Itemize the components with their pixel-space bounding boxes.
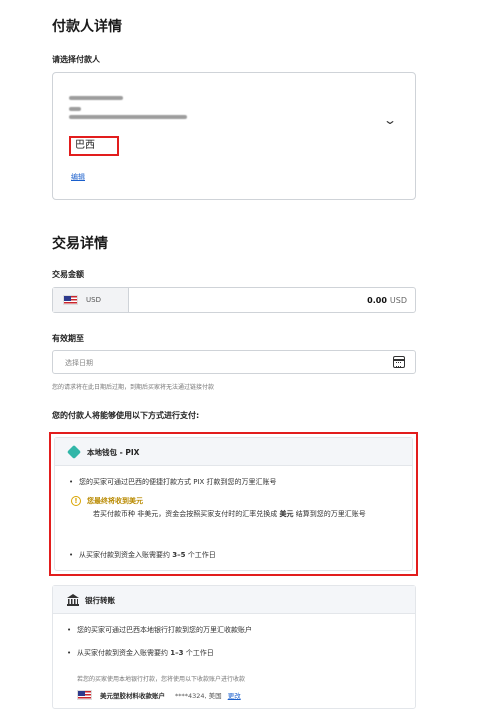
bank-bullet-1-text: 您的买家可通过巴西本地银行打款到您的万里汇收款账户 — [77, 626, 252, 634]
bank-bullet-1: 您的买家可通过巴西本地银行打款到您的万里汇收款账户 — [67, 625, 252, 636]
us-flag-icon — [63, 295, 78, 305]
pix-warning-text-bold: 美元 — [279, 510, 294, 518]
currency-code: USD — [86, 296, 101, 304]
pix-bullet-2: 从买家付款到资金入账需要约 3–5 个工作日 — [69, 550, 216, 561]
pix-bullet-1-text: 您的买家可通过巴西的便捷打款方式 PIX 打款到您的万里汇账号 — [79, 478, 277, 486]
pix-card-header: 本地钱包 - PIX — [55, 438, 412, 466]
redacted-payer-name — [69, 96, 123, 100]
amount-label: 交易金额 — [52, 270, 84, 279]
payment-methods-title: 您的付款人将能够使用以下方式进行支付: — [52, 411, 200, 420]
bank-bullet-2-a: 从买家付款到资金入账需要约 — [77, 649, 168, 657]
pix-warning-text: 若买付款币种 非美元，资金会按照买家支付时的汇率兑换成 美元 结算到您的万里汇账… — [93, 509, 413, 520]
account-name: 美元塑胶材料收款账户 — [100, 692, 165, 700]
currency-select[interactable]: USD — [53, 288, 129, 312]
bank-bullet-2: 从买家付款到资金入账需要约 1–3 个工作日 — [67, 648, 214, 659]
bank-note: 若您的买家使用本地银行打款，您将使用以下收款账户进行收款 — [77, 676, 246, 683]
amount-value: 0.00 — [367, 295, 387, 305]
warning-icon: ! — [71, 496, 81, 506]
payer-section-title: 付款人详情 — [52, 19, 122, 35]
pix-bullet-2-a: 从买家付款到资金入账需要约 — [79, 551, 170, 559]
amount-input[interactable]: 0.00 USD — [129, 288, 415, 312]
pix-method-card: 本地钱包 - PIX 您的买家可通过巴西的便捷打款方式 PIX 打款到您的万里汇… — [49, 432, 418, 576]
bank-icon — [67, 594, 79, 606]
pix-icon — [66, 444, 82, 460]
amount-currency-suffix: USD — [389, 295, 407, 305]
bank-bullet-2-text: 从买家付款到资金入账需要约 1–3 个工作日 — [67, 648, 214, 659]
bank-card-title: 银行转账 — [85, 596, 115, 605]
receiving-account: 美元塑胶材料收款账户 ****4324, 美国 更改 — [77, 690, 241, 700]
pix-card-title: 本地钱包 - PIX — [87, 448, 140, 457]
calendar-icon[interactable] — [393, 356, 405, 368]
payer-selector[interactable]: 巴西 编辑 ⌄ — [52, 72, 416, 200]
expiry-label: 有效期至 — [52, 334, 84, 343]
pix-bullet-1: 您的买家可通过巴西的便捷打款方式 PIX 打款到您的万里汇账号 — [69, 477, 277, 488]
bank-transfer-card: 银行转账 您的买家可通过巴西本地银行打款到您的万里汇收款账户 从买家付款到资金入… — [52, 585, 416, 709]
pix-warning-text-a: 若买付款币种 非美元，资金会按照买家支付时的汇率兑换成 — [93, 510, 278, 518]
payer-country: 巴西 — [69, 136, 119, 156]
date-placeholder: 选择日期 — [65, 359, 93, 367]
expiry-helper-text: 您的请求将在此日期后过期，到期后买家将无法通过链接付款 — [52, 384, 215, 391]
account-number: ****4324, 美国 — [175, 692, 222, 700]
redacted-payer-address — [69, 115, 187, 119]
pix-card-body: 本地钱包 - PIX 您的买家可通过巴西的便捷打款方式 PIX 打款到您的万里汇… — [54, 437, 413, 571]
chevron-down-icon[interactable]: ⌄ — [383, 113, 397, 127]
edit-payer-link[interactable]: 编辑 — [71, 172, 85, 182]
bank-bullet-2-bold: 1–3 — [170, 649, 184, 657]
pix-warning-title: 您最终将收到美元 — [87, 497, 143, 505]
expiry-date-input[interactable]: 选择日期 — [52, 350, 416, 374]
pix-bullet-2-text: 从买家付款到资金入账需要约 3–5 个工作日 — [69, 550, 216, 561]
pix-warning-text-b: 结算到您的万里汇账号 — [295, 510, 366, 518]
change-account-link[interactable]: 更改 — [228, 690, 241, 700]
pix-bullet-2-b: 个工作日 — [187, 551, 216, 559]
page: 付款人详情 请选择付款人 巴西 编辑 ⌄ 交易详情 交易金额 USD 0.00 … — [0, 0, 504, 723]
us-flag-icon — [77, 690, 92, 700]
transaction-section-title: 交易详情 — [52, 236, 108, 252]
bank-card-header: 银行转账 — [53, 586, 415, 614]
bank-bullet-2-b: 个工作日 — [185, 649, 214, 657]
amount-input-group: USD 0.00 USD — [52, 287, 416, 313]
redacted-payer-line — [69, 107, 81, 111]
payer-select-label: 请选择付款人 — [52, 55, 100, 64]
pix-bullet-2-bold: 3–5 — [172, 551, 186, 559]
